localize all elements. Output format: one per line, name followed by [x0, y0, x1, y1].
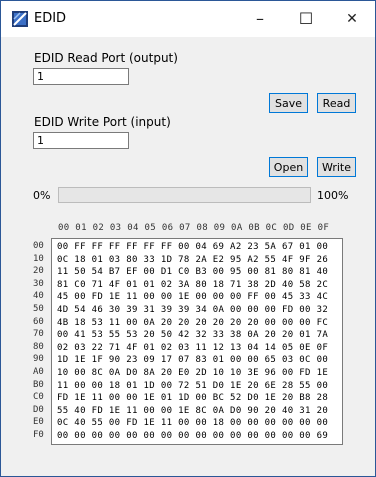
hex-address-label: B0: [33, 379, 44, 390]
hex-data-row: FD 1E 11 00 00 1E 01 1D 00 BC 52 D0 1E 2…: [57, 393, 329, 404]
hex-address-label: 70: [33, 329, 44, 340]
hex-data-row: 4B 18 53 11 00 0A 20 20 20 20 20 20 00 0…: [57, 317, 329, 328]
progress-bar: [58, 187, 311, 203]
hex-data-row: 1D 1E 1F 90 23 09 17 07 83 01 00 00 65 0…: [57, 355, 329, 366]
hex-address-label: 10: [33, 253, 44, 264]
hex-column-header: 00 01 02 03 04 05 06 07 08 09 0A 0B 0C 0…: [58, 223, 330, 233]
hex-data-row: 0C 40 55 00 FD 1E 11 00 00 18 00 00 00 0…: [57, 418, 329, 429]
title-bar[interactable]: EDID – ☐ ✕: [1, 1, 375, 37]
hex-address-label: D0: [33, 404, 44, 415]
hex-data-row: 45 00 FD 1E 11 00 00 1E 00 00 00 FF 00 4…: [57, 292, 329, 303]
read-port-label: EDID Read Port (output): [34, 51, 178, 65]
hex-address-label: 90: [33, 354, 44, 365]
hex-data-row: 10 00 8C 0A D0 8A 20 E0 2D 10 10 3E 96 0…: [57, 368, 329, 378]
write-port-input[interactable]: 1: [33, 132, 129, 149]
read-button[interactable]: Read: [317, 93, 356, 113]
hex-data-row: 02 03 22 71 4F 01 02 03 11 12 13 04 14 0…: [57, 342, 329, 353]
hex-data-row: 0C 18 01 03 80 33 1D 78 2A E2 95 A2 55 4…: [57, 254, 329, 265]
hex-address-label: 50: [33, 304, 44, 314]
hex-address-label: A0: [33, 367, 44, 377]
close-button[interactable]: ✕: [329, 1, 375, 37]
read-port-input[interactable]: 1: [33, 68, 129, 85]
hex-address-label: 60: [33, 316, 44, 327]
save-button[interactable]: Save: [269, 93, 308, 113]
hex-data-row: 11 00 00 18 01 1D 00 72 51 D0 1E 20 6E 2…: [57, 380, 329, 391]
hex-data-row: 55 40 FD 1E 11 00 00 1E 8C 0A D0 90 20 4…: [57, 405, 329, 416]
hex-data-row: 00 00 00 00 00 00 00 00 00 00 00 00 00 0…: [57, 431, 329, 441]
hex-address-label: E0: [33, 417, 44, 428]
hex-data-row: 4D 54 46 30 39 31 39 39 34 0A 00 00 00 F…: [57, 305, 329, 315]
hex-address-label: 00: [33, 241, 44, 251]
hex-address-label: 20: [33, 266, 44, 277]
hex-address-label: 80: [33, 341, 44, 352]
minimize-button[interactable]: –: [237, 1, 283, 37]
hex-data-row: 00 FF FF FF FF FF FF 00 04 69 A2 23 5A 6…: [57, 242, 329, 252]
write-port-label: EDID Write Port (input): [34, 115, 171, 129]
open-button[interactable]: Open: [269, 157, 308, 177]
edid-window: EDID – ☐ ✕ EDID Read Port (output) 1 Sav…: [0, 0, 376, 477]
write-button[interactable]: Write: [317, 157, 356, 177]
progress-start-label: 0%: [33, 189, 51, 202]
window-title: EDID: [34, 11, 67, 26]
hex-address-label: F0: [33, 430, 44, 440]
app-icon: [12, 11, 28, 27]
content-area: EDID Read Port (output) 1 Save Read EDID…: [1, 37, 375, 476]
hex-address-label: C0: [33, 392, 44, 403]
hex-address-label: 40: [33, 291, 44, 302]
hex-address-label: 30: [33, 278, 44, 289]
hex-data-row: 00 41 53 55 53 20 50 42 32 33 38 0A 20 2…: [57, 330, 329, 341]
progress-end-label: 100%: [317, 189, 349, 202]
hex-data-row: 11 50 54 B7 EF 00 D1 C0 B3 00 95 00 81 8…: [57, 267, 329, 278]
hex-data-box[interactable]: 00 FF FF FF FF FF FF 00 04 69 A2 23 5A 6…: [51, 238, 343, 445]
maximize-button[interactable]: ☐: [283, 1, 329, 37]
hex-data-row: 81 C0 71 4F 01 01 02 3A 80 18 71 38 2D 4…: [57, 279, 329, 290]
